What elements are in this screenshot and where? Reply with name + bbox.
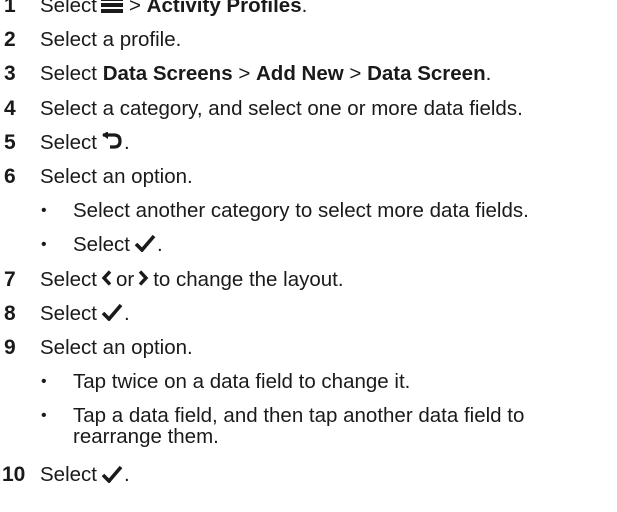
step-2: 2 Select a profile. — [0, 23, 617, 57]
step-text: Select Data Screens > Add New > Data Scr… — [40, 62, 492, 86]
option-item: • Select another category to select more… — [0, 194, 617, 228]
add-new-label: Add New — [256, 62, 344, 86]
option-item: • Tap twice on a data field to change it… — [0, 365, 617, 399]
step-number: 8 — [4, 301, 16, 325]
step-1: 1 Select > Activity Profiles. — [0, 0, 617, 23]
bullet: • — [41, 202, 47, 220]
step-7: 7 Select or to change the layout. — [0, 263, 617, 297]
step-text: Select an option. — [40, 335, 193, 359]
step-number: 4 — [4, 96, 16, 120]
step-3: 3 Select Data Screens > Add New > Data S… — [0, 57, 617, 91]
step-number: 7 — [4, 267, 16, 291]
step-number: 5 — [4, 130, 16, 154]
step-5: 5 Select. — [0, 126, 617, 160]
instruction-list: 1 Select > Activity Profiles. 2 Select a … — [0, 0, 617, 493]
check-icon — [134, 234, 156, 253]
option-text: Select. — [73, 233, 163, 257]
back-icon — [101, 131, 123, 150]
menu-icon — [100, 0, 123, 14]
step-number: 6 — [4, 164, 16, 188]
step-number: 2 — [4, 28, 16, 52]
chevron-right-icon — [138, 270, 149, 286]
step-text: Select a profile. — [40, 28, 182, 52]
step-6: 6 Select an option. — [0, 160, 617, 194]
step-number: 3 — [4, 62, 16, 86]
step-text: Select. — [40, 130, 130, 154]
option-item-continued: rearrange them. — [0, 424, 617, 458]
option-text: Select another category to select more d… — [73, 199, 529, 223]
option-text: rearrange them. — [73, 425, 219, 449]
step-text: Select. — [40, 301, 130, 325]
step-10: 10 Select. — [0, 458, 617, 492]
data-screens-label: Data Screens — [102, 62, 233, 86]
step-text: Select > Activity Profiles. — [40, 0, 307, 23]
step-text: Select an option. — [40, 164, 193, 188]
step-4: 4 Select a category, and select one or m… — [0, 92, 617, 126]
data-screen-label: Data Screen — [367, 62, 486, 86]
step-number: 10 — [2, 463, 26, 487]
step-text: Select or to change the layout. — [40, 267, 344, 291]
bullet: • — [41, 373, 47, 391]
step-text: Select a category, and select one or mor… — [40, 96, 523, 120]
check-icon — [101, 303, 123, 321]
step-9: 9 Select an option. — [0, 331, 617, 365]
option-item: • Select. — [0, 228, 617, 262]
check-icon — [101, 465, 123, 483]
chevron-left-icon — [101, 270, 112, 286]
option-item: • Tap a data field, and then tap another… — [0, 399, 617, 427]
step-8: 8 Select. — [0, 297, 617, 331]
step-number: 9 — [4, 335, 16, 359]
bullet: • — [41, 236, 47, 254]
step-text: Select. — [40, 463, 130, 487]
step-number: 1 — [4, 0, 16, 17]
option-text: Tap twice on a data field to change it. — [73, 370, 411, 394]
activity-profiles-label: Activity Profiles — [146, 0, 302, 17]
